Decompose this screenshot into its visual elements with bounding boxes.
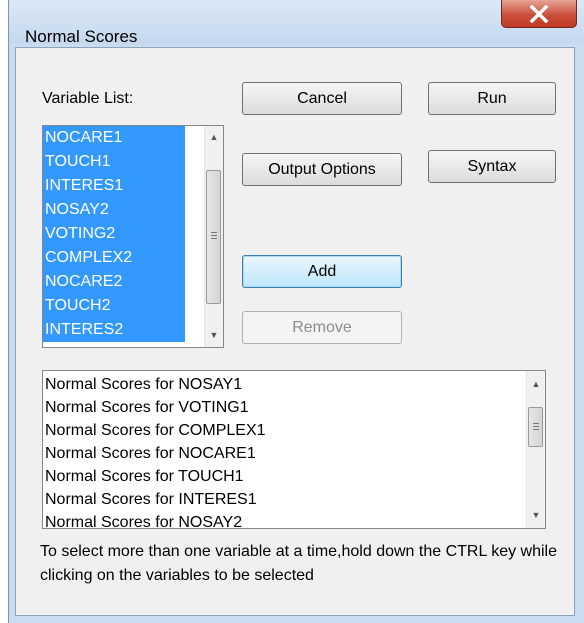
window-title: Normal Scores — [25, 27, 138, 46]
list-item[interactable]: NOSAY2 — [43, 198, 185, 222]
syntax-button[interactable]: Syntax — [428, 150, 556, 183]
scroll-up-arrow-icon[interactable]: ▲ — [527, 375, 545, 393]
scrollbar-thumb[interactable] — [528, 407, 543, 447]
output-list-items: Normal Scores for NOSAY1 Normal Scores fo… — [43, 373, 266, 528]
list-item[interactable]: COMPLEX2 — [43, 246, 185, 270]
scroll-up-arrow-icon[interactable]: ▲ — [205, 128, 223, 146]
close-button[interactable] — [501, 0, 577, 28]
title-bar[interactable]: Normal Scores — [9, 0, 584, 46]
remove-button[interactable]: Remove — [242, 311, 402, 344]
variable-list-scrollbar[interactable]: ▲ ▼ — [204, 126, 223, 347]
list-item[interactable]: NOCARE1 — [43, 126, 185, 150]
list-item[interactable]: Normal Scores for NOSAY2 — [43, 511, 266, 528]
output-listbox[interactable]: Normal Scores for NOSAY1 Normal Scores fo… — [42, 370, 546, 529]
variable-list-items: NOCARE1 TOUCH1 INTERES1 NOSAY2 VOTING2 COMPLE… — [43, 126, 185, 342]
list-item[interactable]: NOCARE2 — [43, 270, 185, 294]
scroll-down-arrow-icon[interactable]: ▼ — [205, 326, 223, 344]
dialog-window: Normal Scores Variable List: Cancel Run … — [8, 0, 584, 623]
list-item[interactable]: INTERES1 — [43, 174, 185, 198]
variable-list-label: Variable List: — [42, 90, 134, 107]
run-button[interactable]: Run — [428, 82, 556, 115]
list-item[interactable]: Normal Scores for INTERES1 — [43, 488, 266, 511]
list-item[interactable]: Normal Scores for VOTING1 — [43, 396, 266, 419]
list-item[interactable]: Normal Scores for COMPLEX1 — [43, 419, 266, 442]
output-options-button[interactable]: Output Options — [242, 153, 402, 186]
list-item[interactable]: INTERES2 — [43, 318, 185, 342]
variable-listbox[interactable]: NOCARE1 TOUCH1 INTERES1 NOSAY2 VOTING2 COMPLE… — [42, 125, 224, 348]
scroll-down-arrow-icon[interactable]: ▼ — [527, 506, 545, 524]
selection-hint-text: To select more than one variable at a ti… — [40, 543, 558, 584]
cancel-button[interactable]: Cancel — [242, 82, 402, 115]
dialog-client-area: Variable List: Cancel Run NOCARE1 TOUCH1 I… — [15, 47, 575, 616]
output-list-scrollbar[interactable]: ▲ ▼ — [526, 371, 545, 528]
list-item[interactable]: VOTING2 — [43, 222, 185, 246]
list-item[interactable]: Normal Scores for NOCARE1 — [43, 442, 266, 465]
list-item[interactable]: TOUCH2 — [43, 294, 185, 318]
close-icon — [529, 4, 549, 23]
scrollbar-thumb[interactable] — [206, 170, 221, 304]
add-button[interactable]: Add — [242, 255, 402, 288]
list-item[interactable]: Normal Scores for NOSAY1 — [43, 373, 266, 396]
list-item[interactable]: Normal Scores for TOUCH1 — [43, 465, 266, 488]
list-item[interactable]: TOUCH1 — [43, 150, 185, 174]
